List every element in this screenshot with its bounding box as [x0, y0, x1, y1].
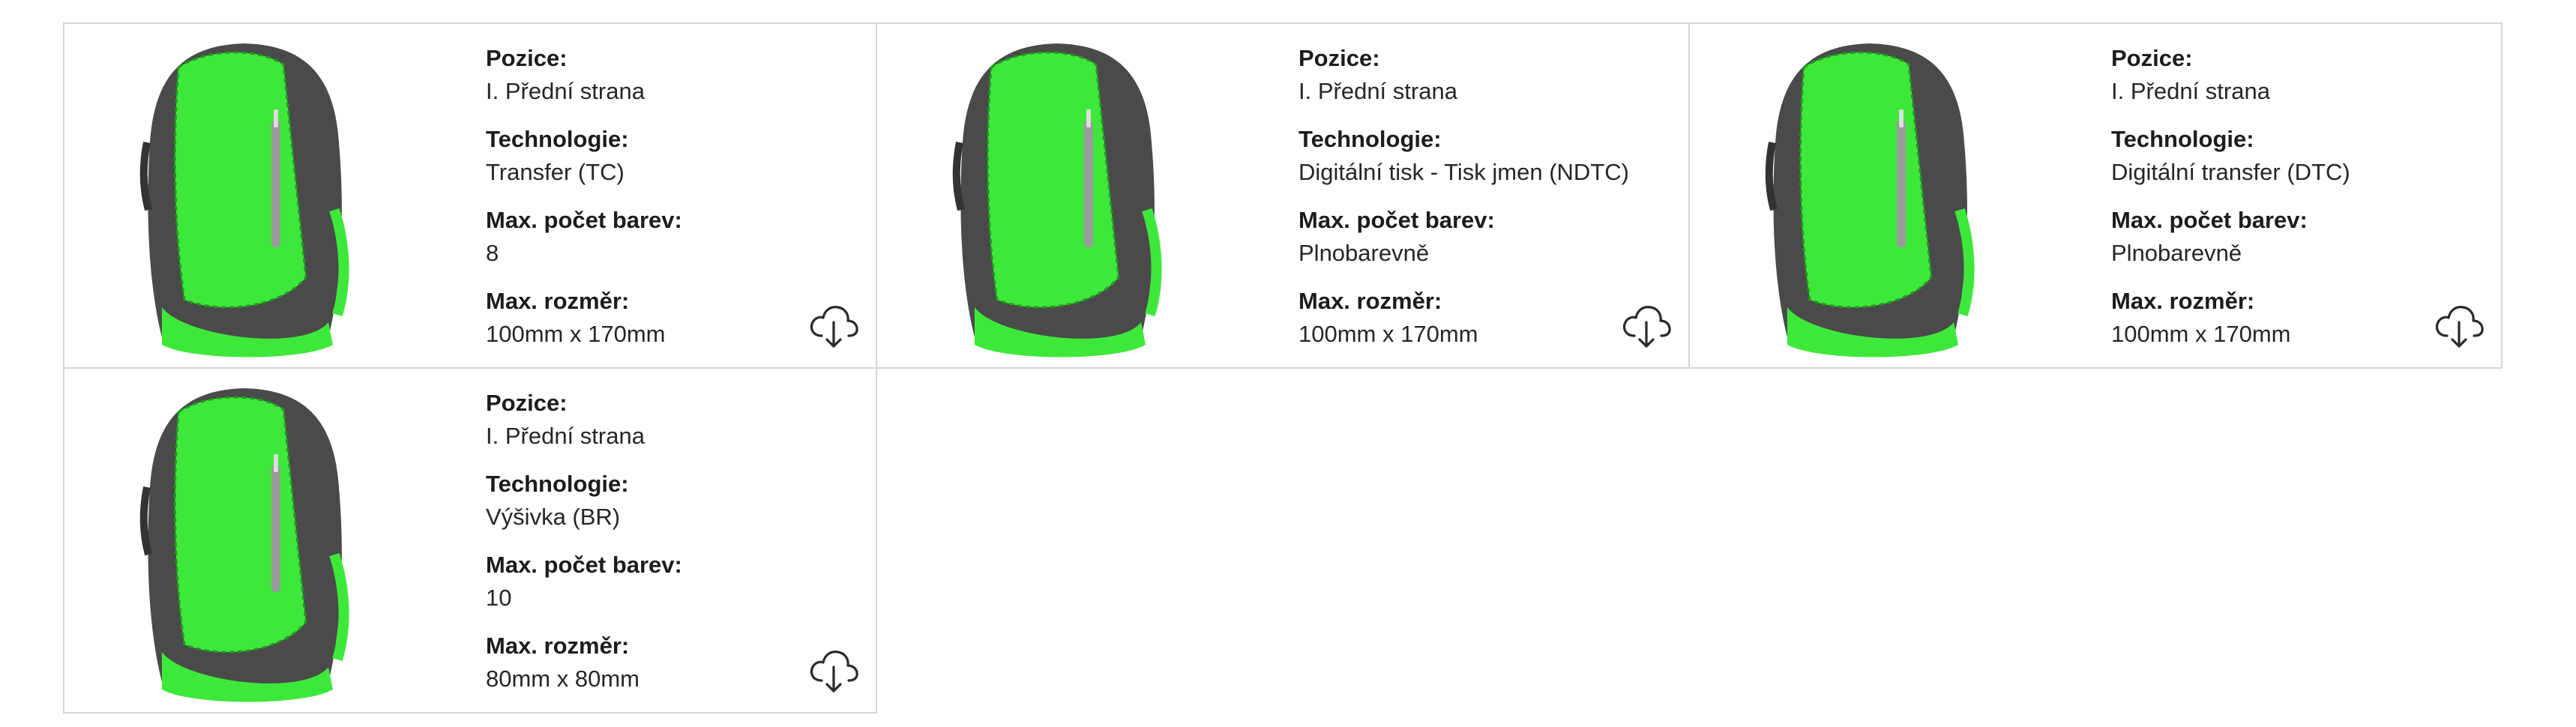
- technology-label: Technologie:: [1298, 126, 1442, 152]
- max-size-value: 100mm x 170mm: [1298, 321, 1478, 347]
- print-position-details: Pozice: I. Přední strana Technologie: Vý…: [486, 387, 846, 711]
- max-size-label: Max. rozměr:: [2111, 288, 2255, 314]
- position-value: I. Přední strana: [2111, 78, 2270, 104]
- position-label: Pozice:: [2111, 45, 2193, 71]
- download-button[interactable]: [1619, 298, 1673, 352]
- backpack-image: [132, 37, 357, 360]
- max-size-value: 100mm x 170mm: [486, 321, 666, 347]
- print-position-card: Pozice: I. Přední strana Technologie: Di…: [1688, 22, 2503, 369]
- max-colors-value: Plnobarevně: [1298, 240, 1430, 266]
- technology-label: Technologie:: [486, 471, 629, 497]
- download-button[interactable]: [807, 643, 861, 697]
- backpack-image: [1757, 37, 1982, 360]
- max-colors-value: 8: [486, 240, 499, 266]
- cloud-download-icon: [810, 306, 858, 348]
- max-colors-label: Max. počet barev:: [1298, 207, 1495, 233]
- max-colors-label: Max. počet barev:: [2111, 207, 2308, 233]
- backpack-image: [132, 382, 357, 705]
- max-colors-value: 10: [486, 585, 512, 611]
- download-button[interactable]: [807, 298, 861, 352]
- max-size-value: 100mm x 170mm: [2111, 321, 2291, 347]
- backpack-illustration: [139, 388, 349, 702]
- cloud-download-icon: [810, 651, 858, 693]
- print-positions-grid: Pozice: I. Přední strana Technologie: Tr…: [63, 22, 2506, 714]
- print-position-details: Pozice: I. Přední strana Technologie: Tr…: [486, 42, 846, 366]
- technology-value: Transfer (TC): [486, 159, 625, 185]
- position-value: I. Přední strana: [486, 423, 645, 449]
- position-value: I. Přední strana: [1298, 78, 1457, 104]
- cloud-download-icon: [2435, 306, 2484, 348]
- print-position-details: Pozice: I. Přední strana Technologie: Di…: [1298, 42, 1658, 366]
- print-position-card: Pozice: I. Přední strana Technologie: Tr…: [63, 22, 877, 369]
- max-colors-value: Plnobarevně: [2111, 240, 2242, 266]
- backpack-illustration: [1765, 43, 1975, 358]
- technology-value: Digitální transfer (DTC): [2111, 159, 2350, 185]
- position-label: Pozice:: [486, 390, 568, 416]
- print-position-details: Pozice: I. Přední strana Technologie: Di…: [2111, 42, 2471, 366]
- backpack-illustration: [952, 43, 1162, 358]
- position-label: Pozice:: [486, 45, 568, 71]
- max-size-value: 80mm x 80mm: [486, 666, 640, 692]
- backpack-illustration: [139, 43, 349, 358]
- cloud-download-icon: [1622, 306, 1671, 348]
- position-value: I. Přední strana: [486, 78, 645, 104]
- position-label: Pozice:: [1298, 45, 1380, 71]
- print-position-card: Pozice: I. Přední strana Technologie: Vý…: [63, 367, 877, 714]
- technology-label: Technologie:: [2111, 126, 2254, 152]
- download-button[interactable]: [2432, 298, 2486, 352]
- technology-label: Technologie:: [486, 126, 629, 152]
- technology-value: Výšivka (BR): [486, 504, 621, 530]
- technology-value: Digitální tisk - Tisk jmen (NDTC): [1298, 159, 1629, 185]
- backpack-image: [945, 37, 1170, 360]
- max-colors-label: Max. počet barev:: [486, 207, 682, 233]
- max-colors-label: Max. počet barev:: [486, 552, 682, 578]
- print-position-card: Pozice: I. Přední strana Technologie: Di…: [876, 22, 1690, 369]
- max-size-label: Max. rozměr:: [1298, 288, 1442, 314]
- max-size-label: Max. rozměr:: [486, 633, 630, 659]
- max-size-label: Max. rozměr:: [486, 288, 630, 314]
